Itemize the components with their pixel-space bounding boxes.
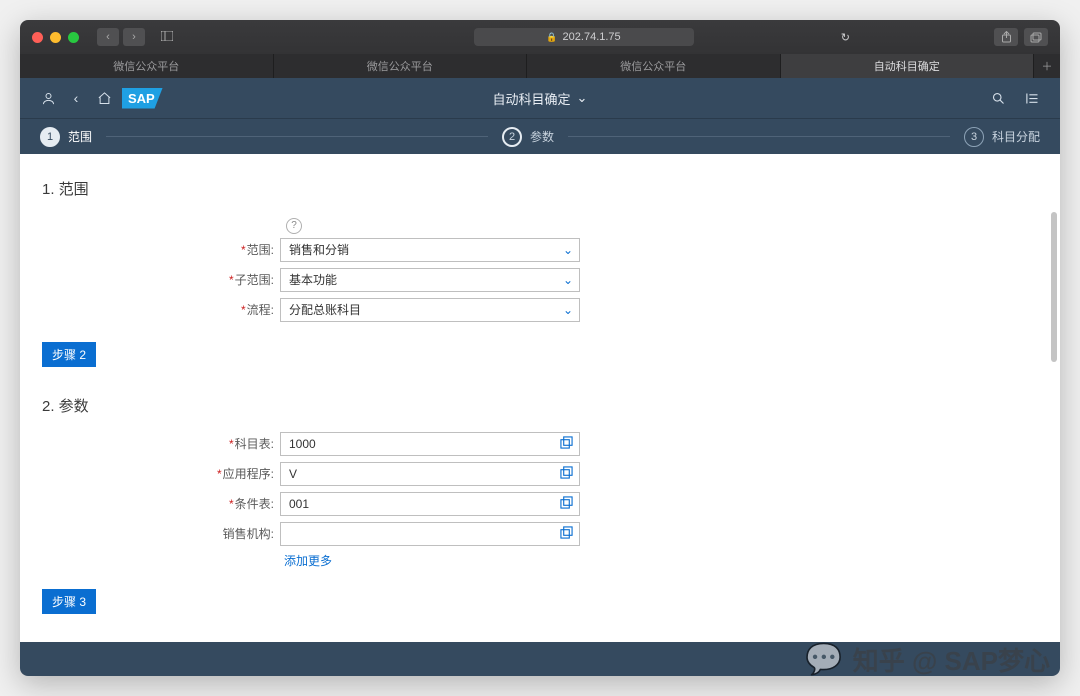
value-help-icon[interactable]: [560, 436, 573, 452]
maximize-window-button[interactable]: [68, 32, 79, 43]
menu-list-icon[interactable]: [1018, 84, 1046, 112]
user-icon[interactable]: [34, 84, 62, 112]
wizard-progress-bar: 1 范围 2 参数 3 科目分配: [20, 118, 1060, 154]
reload-icon[interactable]: ↻: [841, 31, 850, 44]
search-icon[interactable]: [984, 84, 1012, 112]
form-section-1: ? *范围: 销售和分销 ⌄ *子范围: 基本功能 ⌄ *流程: 分配总账科目: [192, 215, 1038, 322]
wizard-step-label: 参数: [530, 128, 554, 145]
section-heading-1: 1. 范围: [42, 178, 1038, 199]
required-asterisk: *: [229, 437, 234, 451]
value-help-icon[interactable]: [560, 496, 573, 512]
browser-tab-3[interactable]: 自动科目确定: [781, 54, 1035, 78]
wizard-connector: [106, 136, 488, 137]
help-icon[interactable]: ?: [286, 218, 302, 234]
browser-tab-0[interactable]: 微信公众平台: [20, 54, 274, 78]
wizard-step-label: 科目分配: [992, 128, 1040, 145]
wizard-step-number: 2: [502, 127, 522, 147]
back-icon[interactable]: ‹: [62, 84, 90, 112]
field-label-process: *流程:: [192, 301, 280, 318]
chevron-down-icon: ⌄: [563, 303, 573, 317]
subscope-select[interactable]: 基本功能 ⌄: [280, 268, 580, 292]
field-label-coa: *科目表:: [192, 435, 280, 452]
new-tab-button[interactable]: ＋: [1034, 54, 1060, 78]
required-asterisk: *: [241, 243, 246, 257]
tabs-overview-button[interactable]: [1024, 28, 1048, 46]
lock-icon: 🔒: [546, 32, 557, 43]
chevron-down-icon: ⌄: [563, 243, 573, 257]
select-value: 销售和分销: [289, 241, 349, 258]
nav-forward-button[interactable]: ›: [123, 28, 145, 46]
value-help-icon[interactable]: [560, 526, 573, 542]
browser-tabstrip: 微信公众平台 微信公众平台 微信公众平台 自动科目确定 ＋: [20, 54, 1060, 78]
scope-select[interactable]: 销售和分销 ⌄: [280, 238, 580, 262]
wizard-step-number: 1: [40, 127, 60, 147]
field-label-condition-table: *条件表:: [192, 495, 280, 512]
field-label-sales-org: 销售机构:: [192, 525, 280, 542]
select-value: 基本功能: [289, 271, 337, 288]
wizard-step-2[interactable]: 2 参数: [502, 127, 554, 147]
address-bar[interactable]: 🔒 202.74.1.75 ↻: [474, 28, 694, 46]
chevron-down-icon: ⌄: [577, 90, 588, 106]
sap-shell-header: ‹ SAP 自动科目确定 ⌄: [20, 78, 1060, 118]
input-value: 001: [289, 497, 309, 511]
wizard-connector: [568, 136, 950, 137]
section-heading-2: 2. 参数: [42, 395, 1038, 416]
field-label-application: *应用程序:: [192, 465, 280, 482]
required-asterisk: *: [241, 303, 246, 317]
page-title-text: 自动科目确定: [493, 89, 571, 108]
form-section-2: *科目表: 1000 *应用程序: V *条件表: 001: [192, 432, 1038, 569]
required-asterisk: *: [229, 497, 234, 511]
tab-label: 微信公众平台: [367, 58, 433, 74]
page-title[interactable]: 自动科目确定 ⌄: [493, 89, 588, 108]
tab-label: 微信公众平台: [113, 58, 179, 74]
field-label-subscope: *子范围:: [192, 271, 280, 288]
home-icon[interactable]: [90, 84, 118, 112]
footer-bar: [20, 642, 1060, 676]
tab-label: 自动科目确定: [874, 58, 940, 74]
traffic-lights: [32, 32, 79, 43]
chart-of-accounts-input[interactable]: 1000: [280, 432, 580, 456]
input-value: V: [289, 467, 297, 481]
address-text: 202.74.1.75: [563, 31, 621, 43]
minimize-window-button[interactable]: [50, 32, 61, 43]
sidebar-toggle-button[interactable]: [161, 28, 173, 46]
select-value: 分配总账科目: [289, 301, 361, 318]
wizard-step-number: 3: [964, 127, 984, 147]
browser-tab-1[interactable]: 微信公众平台: [274, 54, 528, 78]
required-asterisk: *: [229, 273, 234, 287]
condition-table-input[interactable]: 001: [280, 492, 580, 516]
process-select[interactable]: 分配总账科目 ⌄: [280, 298, 580, 322]
step-2-button[interactable]: 步骤 2: [42, 342, 96, 367]
nav-back-button[interactable]: ‹: [97, 28, 119, 46]
input-value: 1000: [289, 437, 316, 451]
content-area: 1. 范围 ? *范围: 销售和分销 ⌄ *子范围: 基本功能 ⌄ *流程:: [20, 154, 1060, 642]
add-more-link[interactable]: 添加更多: [284, 552, 332, 569]
wizard-step-label: 范围: [68, 128, 92, 145]
close-window-button[interactable]: [32, 32, 43, 43]
chevron-down-icon: ⌄: [563, 273, 573, 287]
value-help-icon[interactable]: [560, 466, 573, 482]
field-label-scope: *范围:: [192, 241, 280, 258]
wizard-step-1[interactable]: 1 范围: [40, 127, 92, 147]
required-asterisk: *: [217, 467, 222, 481]
scrollbar[interactable]: [1051, 212, 1057, 362]
macos-titlebar: ‹ › 🔒 202.74.1.75 ↻: [20, 20, 1060, 54]
sap-logo: SAP: [122, 88, 163, 109]
step-3-button[interactable]: 步骤 3: [42, 589, 96, 614]
sales-org-input[interactable]: [280, 522, 580, 546]
share-button[interactable]: [994, 28, 1018, 46]
wizard-step-3[interactable]: 3 科目分配: [964, 127, 1040, 147]
tab-label: 微信公众平台: [620, 58, 686, 74]
application-input[interactable]: V: [280, 462, 580, 486]
browser-tab-2[interactable]: 微信公众平台: [527, 54, 781, 78]
